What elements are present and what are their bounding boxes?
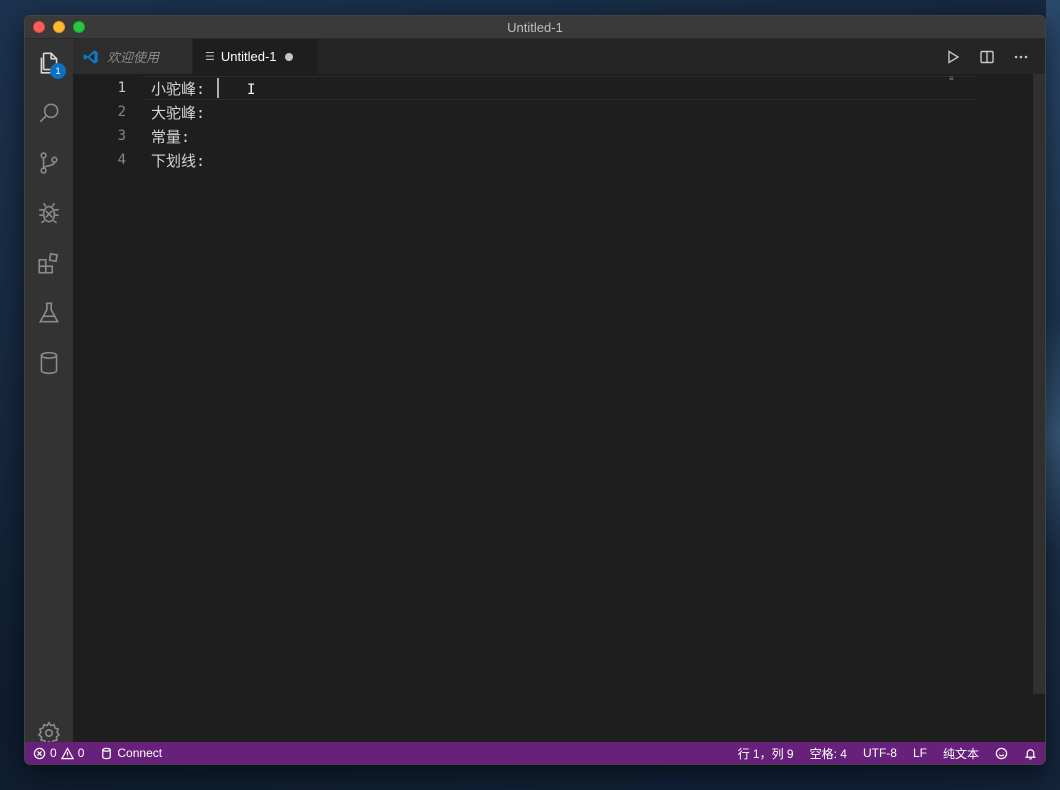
run-button[interactable] — [943, 47, 963, 67]
extensions-icon — [38, 252, 59, 274]
mouse-ibeam-icon: I — [247, 82, 256, 98]
warning-icon — [60, 746, 74, 759]
ellipsis-icon — [1014, 55, 1028, 58]
title-bar: Untitled-1 — [25, 16, 1045, 39]
minimap[interactable]: ≡ — [949, 74, 955, 83]
eol-label: LF — [912, 746, 927, 760]
cursor-position-status[interactable]: 行 1，列 9 — [730, 742, 802, 764]
language-mode-label: 纯文本 — [942, 746, 979, 761]
maximize-window-button[interactable] — [73, 21, 85, 33]
notifications-button[interactable] — [1016, 742, 1045, 764]
bell-icon — [1024, 748, 1037, 760]
desktop-wallpaper — [1046, 0, 1060, 790]
testing-icon — [38, 302, 60, 323]
debug-icon — [39, 202, 59, 224]
connect-status[interactable]: Connect — [92, 742, 170, 764]
file-lines-icon: ☰ — [205, 51, 215, 63]
run-debug-button[interactable] — [25, 189, 73, 237]
split-icon — [980, 50, 994, 63]
extensions-button[interactable] — [25, 239, 73, 287]
cursor-position: 行 1，列 9 — [737, 746, 794, 761]
tab-welcome-label: 欢迎使用 — [107, 50, 160, 65]
encoding-label: UTF-8 — [862, 746, 897, 760]
problems-status[interactable]: 0 0 — [25, 742, 92, 764]
testing-button[interactable] — [25, 289, 73, 337]
search-button[interactable] — [25, 89, 73, 137]
window-title: Untitled-1 — [507, 19, 563, 35]
line-text: 下划线: — [151, 151, 206, 170]
editor-line[interactable]: 2 大驼峰: — [73, 100, 1045, 124]
feedback-button[interactable] — [987, 742, 1016, 764]
line-number: 1 — [117, 80, 126, 96]
tab-welcome[interactable]: 欢迎使用 — [73, 39, 193, 74]
explorer-button[interactable]: 1 — [25, 39, 73, 87]
tab-untitled-1[interactable]: ☰ Untitled-1 — [193, 39, 319, 74]
editor-tabs: 欢迎使用 ☰ Untitled-1 — [73, 39, 1045, 74]
explorer-badge: 1 — [50, 63, 66, 79]
editor-actions — [943, 39, 1045, 74]
database-icon — [40, 351, 58, 375]
text-cursor — [217, 78, 219, 98]
source-control-icon — [40, 152, 58, 174]
editor-line[interactable]: 3 常量: — [73, 124, 1045, 148]
error-count: 0 — [50, 746, 57, 760]
vscode-logo-icon — [83, 49, 98, 64]
play-icon — [948, 49, 960, 64]
indentation-status[interactable]: 空格: 4 — [802, 742, 855, 764]
line-text: 大驼峰: — [151, 103, 206, 122]
search-icon — [39, 103, 59, 123]
connect-label: Connect — [117, 746, 163, 760]
split-editor-button[interactable] — [977, 47, 997, 67]
line-text: 常量: — [151, 127, 191, 146]
warning-count: 0 — [77, 746, 85, 760]
more-actions-button[interactable] — [1011, 47, 1031, 67]
error-icon — [33, 747, 46, 759]
editor-line[interactable]: 4 下划线: — [73, 148, 1045, 172]
vertical-scrollbar[interactable] — [1033, 74, 1045, 694]
database-small-icon — [102, 747, 112, 759]
smiley-icon — [995, 747, 1008, 759]
language-mode-status[interactable]: 纯文本 — [935, 742, 987, 764]
line-number: 2 — [117, 104, 126, 120]
tab-untitled-1-label: Untitled-1 — [220, 49, 277, 64]
line-number: 4 — [117, 152, 126, 168]
line-text: 小驼峰: — [151, 79, 206, 98]
vscode-window: Untitled-1 1 欢迎使用 ☰ Untitled-1 1 小驼峰: I … — [24, 15, 1046, 765]
database-button[interactable] — [25, 339, 73, 387]
line-number: 3 — [117, 128, 126, 144]
activity-bar: 1 — [25, 39, 73, 745]
source-control-button[interactable] — [25, 139, 73, 187]
window-controls — [33, 21, 85, 33]
close-window-button[interactable] — [33, 21, 45, 33]
indentation-label: 空格: 4 — [809, 746, 847, 761]
editor-area[interactable]: 1 小驼峰: I 2 大驼峰: 3 常量: 4 下划线: ≡ — [73, 74, 1045, 743]
eol-status[interactable]: LF — [905, 742, 935, 764]
editor-line[interactable]: 1 小驼峰: I — [73, 76, 1045, 100]
unsaved-dot-icon[interactable] — [284, 52, 293, 61]
encoding-status[interactable]: UTF-8 — [855, 742, 905, 764]
status-bar: 0 0 Connect 行 1，列 9 空格: 4 UTF-8 LF 纯文本 — [25, 742, 1045, 764]
minimize-window-button[interactable] — [53, 21, 65, 33]
